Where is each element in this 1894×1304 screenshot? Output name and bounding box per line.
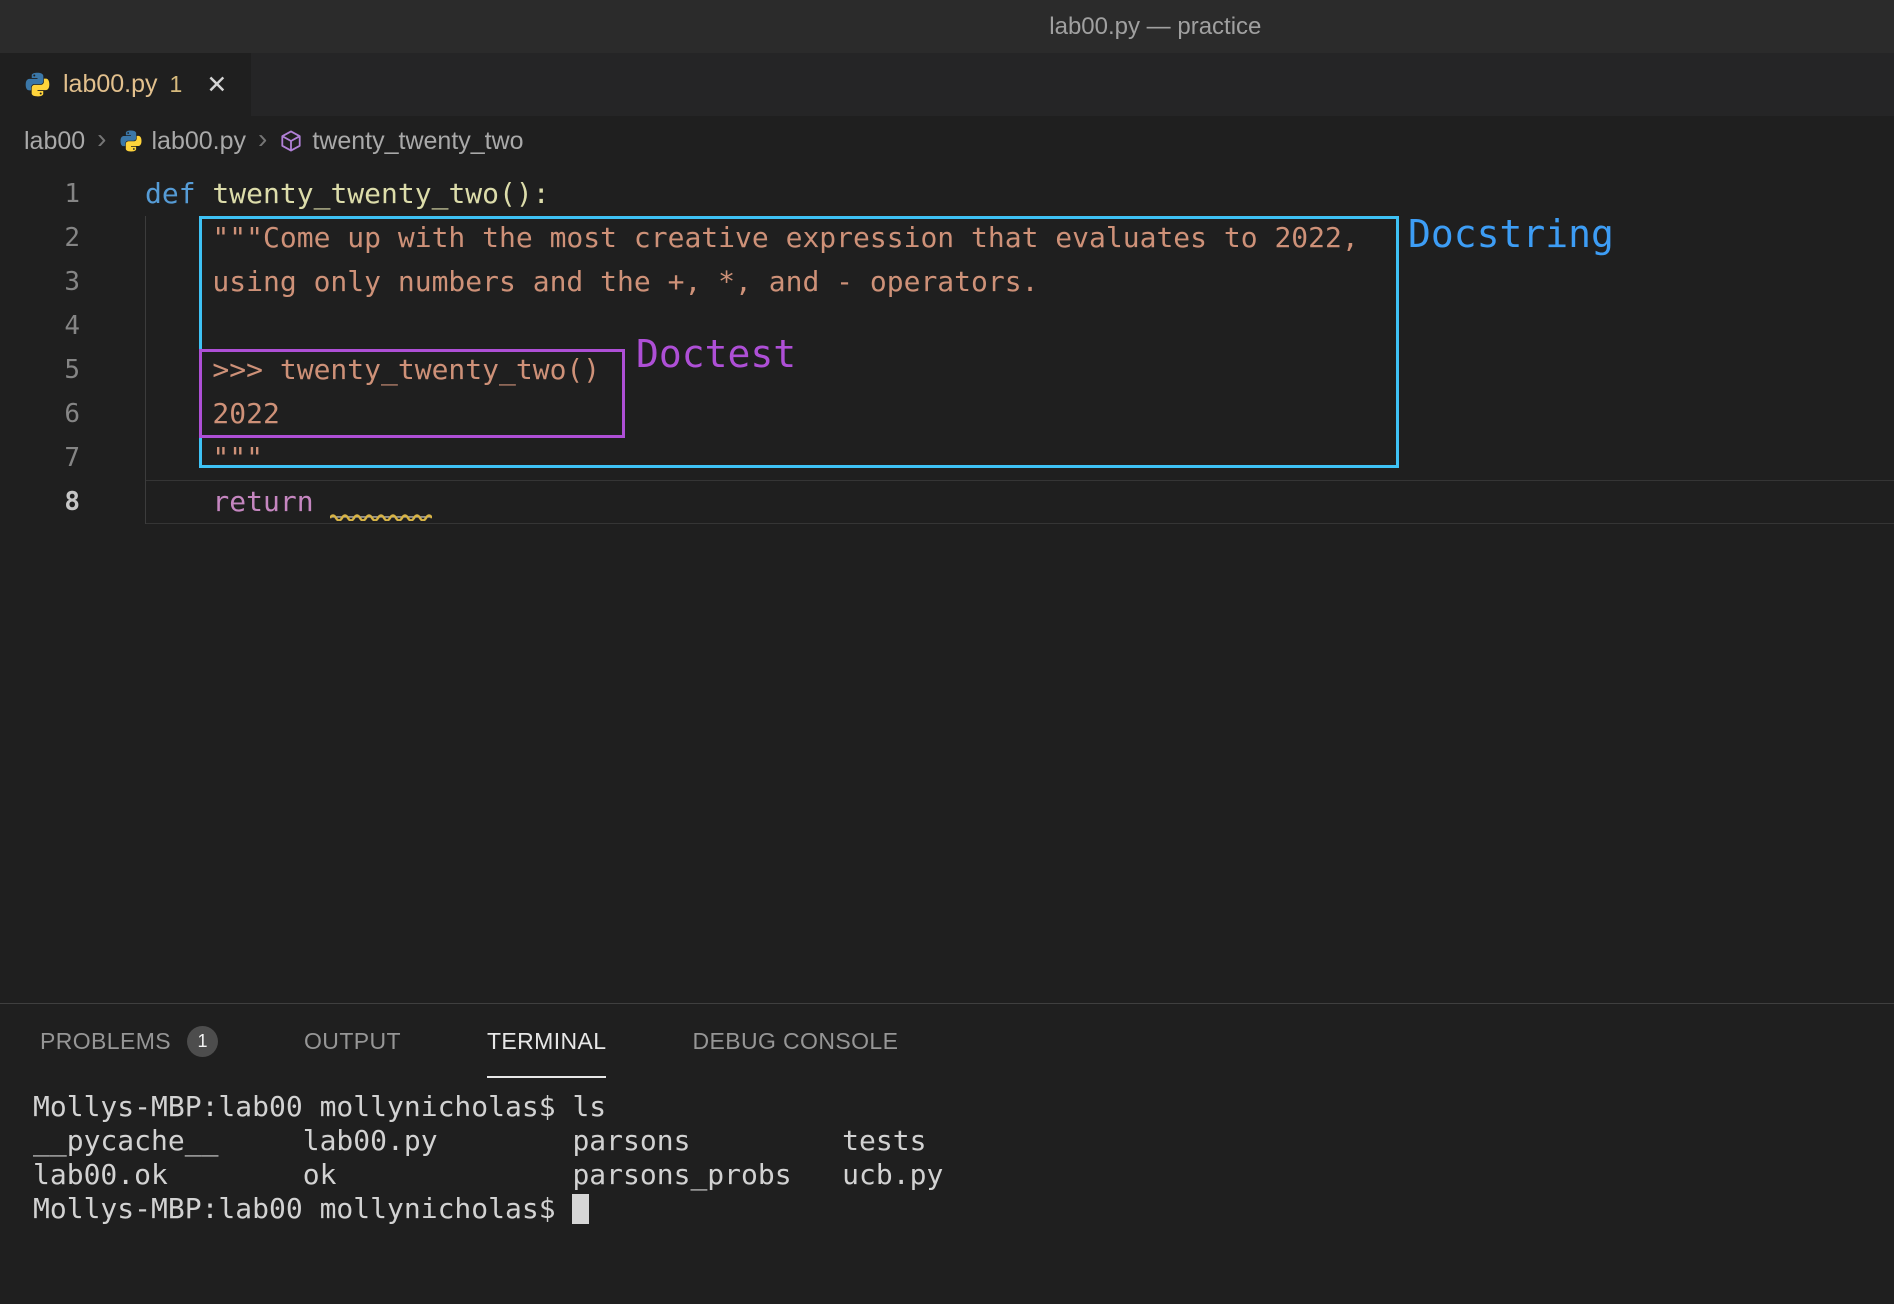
terminal-line: Mollys-MBP:lab00 mollynicholas$ ls xyxy=(33,1090,1894,1124)
code-text: """ xyxy=(145,436,1894,480)
window-title: lab00.py — practice xyxy=(1049,13,1261,41)
panel-tab-label: PROBLEMS xyxy=(40,1028,171,1055)
tab-output[interactable]: OUTPUT xyxy=(304,1004,401,1078)
code-text: 2022 xyxy=(145,392,1894,436)
keyword-return: return xyxy=(145,485,330,518)
code-line: 5 >>> twenty_twenty_two() xyxy=(0,348,1894,392)
breadcrumb-folder[interactable]: lab00 xyxy=(24,127,85,156)
breadcrumb: lab00 › lab00.py › twenty_twenty_two xyxy=(0,116,1894,166)
problems-count-badge: 1 xyxy=(187,1026,218,1057)
python-icon xyxy=(24,71,51,98)
code-text: """Come up with the most creative expres… xyxy=(145,216,1894,260)
docstring-text: """Come up with the most creative expres… xyxy=(145,221,1359,254)
missing-expression-blank[interactable]: ______ xyxy=(330,481,431,523)
python-icon xyxy=(119,129,143,153)
function-signature: twenty_twenty_two(): xyxy=(196,177,550,210)
panel-tab-label: OUTPUT xyxy=(304,1028,401,1055)
terminal-cursor xyxy=(572,1194,589,1224)
line-number: 6 xyxy=(64,399,80,429)
code-line: 6 2022 xyxy=(0,392,1894,436)
line-number: 2 xyxy=(64,223,80,253)
bottom-panel: PROBLEMS 1 OUTPUT TERMINAL DEBUG CONSOLE… xyxy=(0,1003,1894,1303)
indent-guide xyxy=(145,216,146,524)
tab-terminal[interactable]: TERMINAL xyxy=(487,1004,607,1078)
line-number: 1 xyxy=(64,179,80,209)
window-titlebar: lab00.py — practice xyxy=(0,0,1894,53)
terminal-line: lab00.ok ok parsons_probs ucb.py xyxy=(33,1158,1894,1192)
line-number: 5 xyxy=(64,355,80,385)
doctest-expected-output: 2022 xyxy=(145,397,280,430)
chevron-right-icon: › xyxy=(97,125,106,157)
code-line: 2 """Come up with the most creative expr… xyxy=(0,216,1894,260)
terminal-output[interactable]: Mollys-MBP:lab00 mollynicholas$ ls __pyc… xyxy=(0,1078,1894,1226)
breadcrumb-folder-label: lab00 xyxy=(24,127,85,156)
panel-tab-bar: PROBLEMS 1 OUTPUT TERMINAL DEBUG CONSOLE xyxy=(0,1004,1894,1078)
code-line: 3 using only numbers and the +, *, and -… xyxy=(0,260,1894,304)
code-line: 4 xyxy=(0,304,1894,348)
line-number: 3 xyxy=(64,267,80,297)
code-line-current: 8 return ______ xyxy=(0,480,1894,524)
line-number: 7 xyxy=(64,443,80,473)
code-text: return ______ xyxy=(145,480,1894,524)
breadcrumb-symbol[interactable]: twenty_twenty_two xyxy=(279,127,523,156)
code-line: 1 def twenty_twenty_two(): xyxy=(0,172,1894,216)
line-number: 8 xyxy=(64,487,80,517)
code-text: using only numbers and the +, *, and - o… xyxy=(145,260,1894,304)
tab-debug-console[interactable]: DEBUG CONSOLE xyxy=(692,1004,898,1078)
tab-problems[interactable]: PROBLEMS 1 xyxy=(40,1004,218,1078)
tab-warning-badge: 1 xyxy=(170,71,183,98)
terminal-prompt-line: Mollys-MBP:lab00 mollynicholas$ xyxy=(33,1192,1894,1226)
line-number: 4 xyxy=(64,311,80,341)
breadcrumb-file[interactable]: lab00.py xyxy=(119,127,247,156)
tab-lab00-py[interactable]: lab00.py 1 ✕ xyxy=(0,53,251,116)
docstring-close: """ xyxy=(145,441,263,474)
panel-tab-label: DEBUG CONSOLE xyxy=(692,1028,898,1055)
breadcrumb-file-label: lab00.py xyxy=(152,127,247,156)
docstring-text: using only numbers and the +, *, and - o… xyxy=(145,265,1038,298)
code-text: >>> twenty_twenty_two() xyxy=(145,348,1894,392)
code-line: 7 """ xyxy=(0,436,1894,480)
close-icon[interactable]: ✕ xyxy=(206,70,227,100)
warning-squiggle-icon xyxy=(330,512,432,521)
terminal-line: __pycache__ lab00.py parsons tests xyxy=(33,1124,1894,1158)
tab-filename: lab00.py xyxy=(63,70,158,99)
code-editor[interactable]: 1 def twenty_twenty_two(): 2 """Come up … xyxy=(0,166,1894,1003)
code-text: def twenty_twenty_two(): xyxy=(145,172,1894,216)
breadcrumb-symbol-label: twenty_twenty_two xyxy=(312,127,523,156)
keyword-def: def xyxy=(145,177,196,210)
code-text xyxy=(145,304,1894,348)
doctest-call: >>> twenty_twenty_two() xyxy=(145,353,600,386)
editor-tab-bar: lab00.py 1 ✕ xyxy=(0,53,1894,116)
chevron-right-icon: › xyxy=(258,125,267,157)
panel-tab-label: TERMINAL xyxy=(487,1028,607,1055)
terminal-prompt: Mollys-MBP:lab00 mollynicholas$ xyxy=(33,1192,572,1225)
symbol-cube-icon xyxy=(279,129,303,153)
